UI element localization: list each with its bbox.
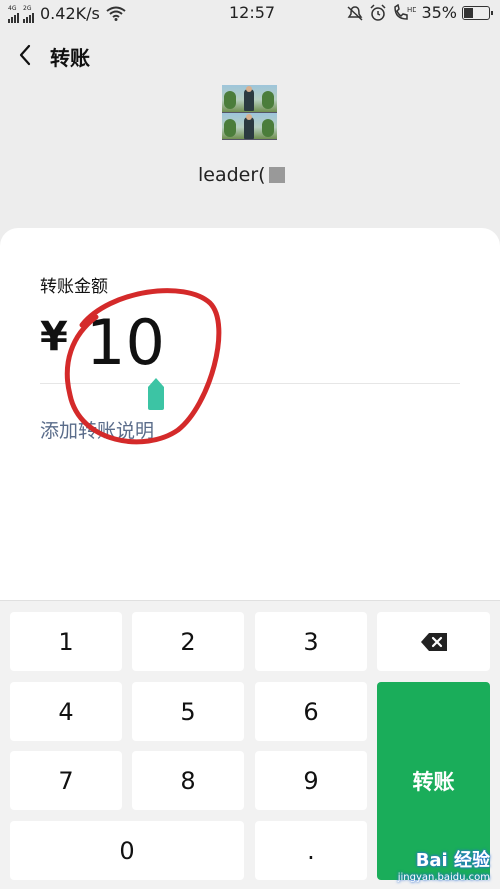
masked-name-block	[268, 167, 285, 183]
currency-symbol: ¥	[40, 314, 68, 360]
alarm-icon	[370, 3, 386, 21]
key-decimal[interactable]: .	[255, 821, 367, 880]
amount-divider	[40, 383, 460, 384]
mute-bell-icon	[347, 5, 363, 21]
recipient-name-text: leader(	[198, 164, 266, 186]
baidu-jingyan-watermark: Bai 经验 jingyan.baidu.com	[398, 846, 490, 883]
key-7[interactable]: 7	[10, 751, 122, 810]
sim1-signal-icon: 4G	[8, 5, 19, 23]
amount-input[interactable]: 10	[86, 306, 165, 379]
key-5[interactable]: 5	[132, 682, 244, 741]
key-0[interactable]: 0	[10, 821, 244, 880]
back-arrow-icon[interactable]	[16, 42, 38, 68]
page-title: 转账	[50, 46, 90, 70]
sim2-label: 2G	[23, 4, 32, 12]
key-9[interactable]: 9	[255, 751, 367, 810]
clock: 12:57	[229, 3, 276, 22]
amount-card: 转账金额 ¥ 10 添加转账说明	[0, 228, 500, 600]
battery-percent: 35%	[421, 3, 457, 22]
sim1-label: 4G	[8, 4, 17, 12]
hd-label: HD	[407, 6, 416, 14]
key-2[interactable]: 2	[132, 612, 244, 671]
recipient-name: leader(	[198, 164, 285, 186]
numeric-keypad: 1 2 3 4 5 6 7 8 9 0 . 转账 Bai 经验 jingyan.…	[0, 600, 500, 889]
text-cursor-handle-icon[interactable]	[148, 378, 164, 410]
key-8[interactable]: 8	[132, 751, 244, 810]
key-1[interactable]: 1	[10, 612, 122, 671]
recipient-avatar	[222, 85, 277, 140]
amount-label: 转账金额	[40, 277, 108, 297]
backspace-key[interactable]	[377, 612, 490, 671]
battery-icon	[462, 5, 493, 20]
watermark-brand: Bai 经验	[415, 850, 490, 871]
backspace-icon	[420, 632, 447, 651]
network-speed: 0.42K/s	[40, 4, 100, 23]
key-6[interactable]: 6	[255, 682, 367, 741]
key-3[interactable]: 3	[255, 612, 367, 671]
add-transfer-note-link[interactable]: 添加转账说明	[40, 416, 154, 443]
sim2-signal-icon: 2G	[23, 5, 34, 23]
status-bar: 4G 2G 0.42K/s 12:57 HD 35%	[0, 0, 500, 28]
key-4[interactable]: 4	[10, 682, 122, 741]
wifi-icon	[106, 6, 126, 21]
watermark-url: jingyan.baidu.com	[397, 872, 490, 883]
hd-call-icon: HD	[394, 3, 416, 20]
